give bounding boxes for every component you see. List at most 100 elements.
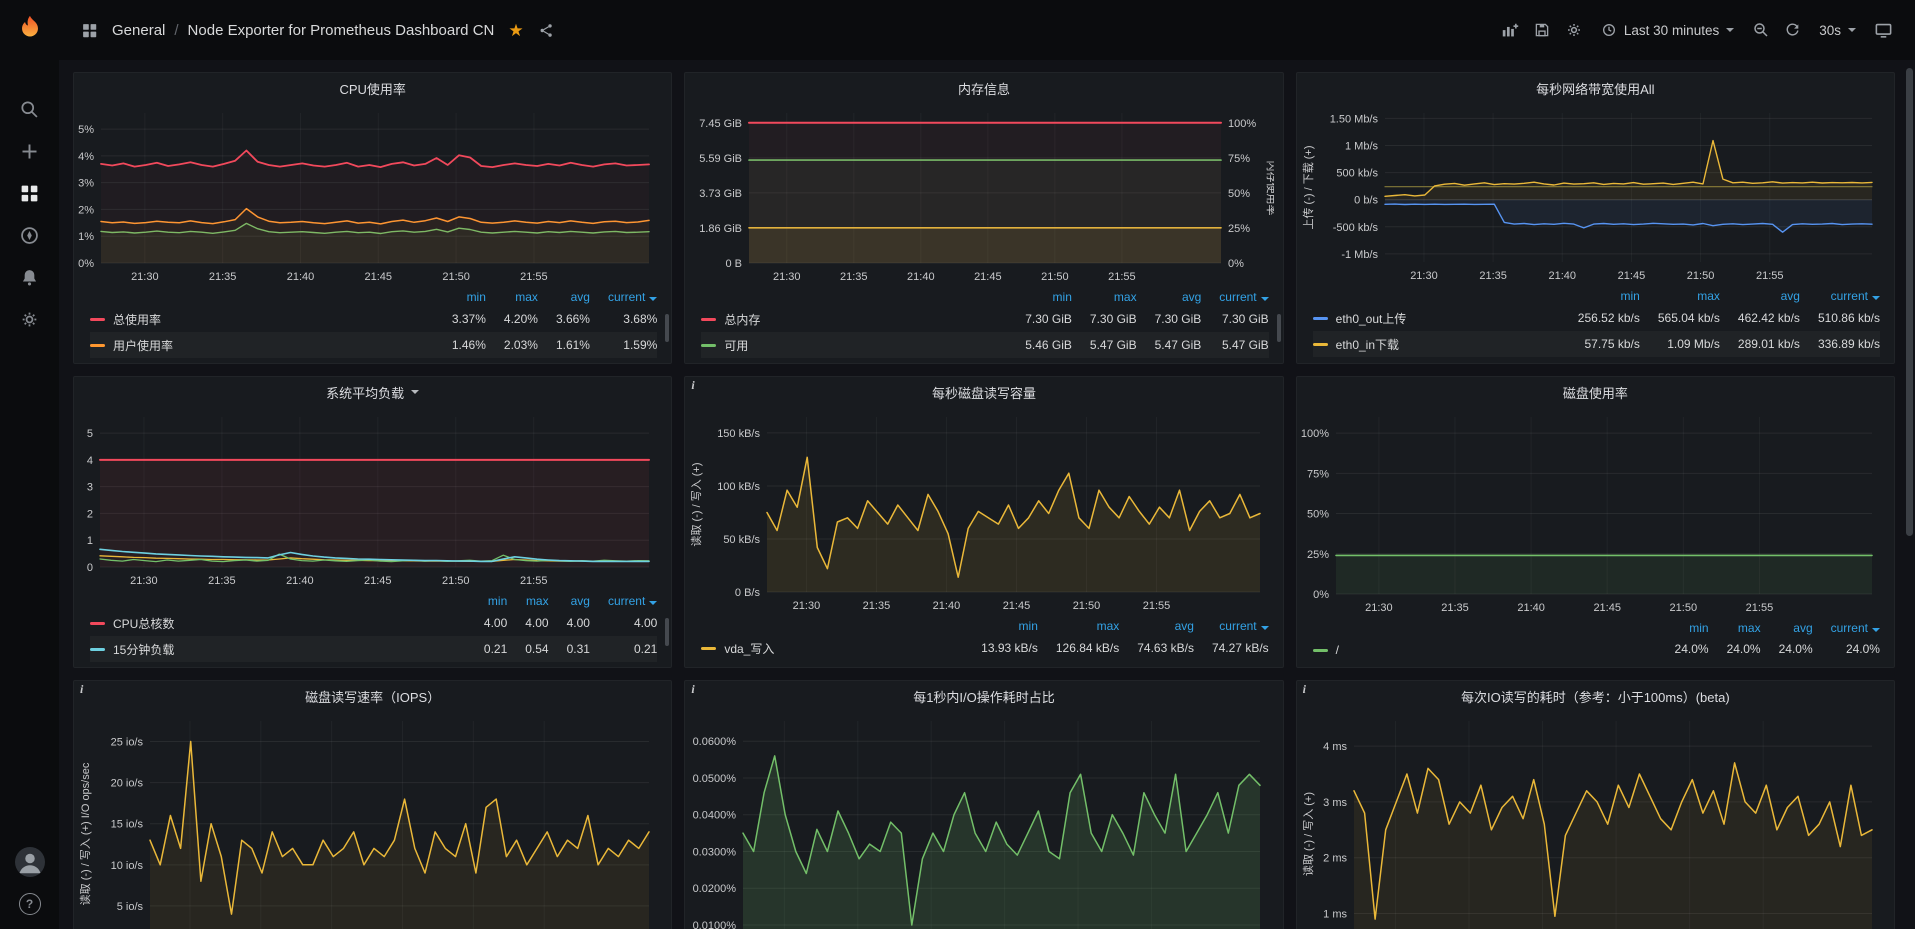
- legend-col-min[interactable]: min: [1657, 618, 1709, 637]
- legend-col-current[interactable]: current: [1194, 616, 1269, 635]
- y-tick-label: 0.0100%: [693, 920, 737, 929]
- legend-series-toggle[interactable]: 可用: [701, 337, 748, 354]
- legend-col-avg[interactable]: avg: [1720, 286, 1800, 305]
- legend-series-toggle[interactable]: /: [1313, 643, 1339, 657]
- alerting-bell-icon[interactable]: [10, 257, 50, 297]
- breadcrumb-folder[interactable]: General: [112, 22, 165, 39]
- dashboards-icon[interactable]: [10, 173, 50, 213]
- legend-col-avg[interactable]: avg: [1119, 616, 1194, 635]
- panel-header[interactable]: 磁盘使用率: [1297, 377, 1894, 407]
- legend-col-max[interactable]: max: [1640, 286, 1720, 305]
- legend-value: 74.63 kB/s: [1119, 635, 1194, 661]
- help-icon[interactable]: ?: [19, 893, 41, 915]
- panel-system-load: 系统平均负载21:3021:3521:4021:4521:5021:550123…: [73, 376, 672, 668]
- legend-col-min[interactable]: min: [466, 591, 507, 610]
- legend-col-label: current: [608, 290, 645, 304]
- legend-series-name: 用户使用率: [113, 337, 173, 354]
- legend-col-min[interactable]: min: [1560, 286, 1640, 305]
- search-icon[interactable]: [10, 89, 50, 129]
- chart-system-load[interactable]: 21:3021:3521:4021:4521:5021:55012345: [78, 409, 663, 589]
- chart-network-bandwidth[interactable]: 21:3021:3521:4021:4521:5021:551.50 Mb/s1…: [1301, 105, 1886, 284]
- legend-value: 1.46%: [434, 332, 486, 358]
- legend-col-max[interactable]: max: [486, 287, 538, 306]
- y-tick-label: 3: [87, 482, 93, 494]
- chart-io-busy-ratio[interactable]: 21:3021:3521:4021:4521:5021:550.0100%0.0…: [689, 713, 1274, 929]
- series-fill: [1336, 555, 1872, 594]
- legend-series-toggle[interactable]: eth0_out上传: [1313, 310, 1407, 327]
- legend-col-avg[interactable]: avg: [538, 287, 590, 306]
- chart-cpu-usage[interactable]: 21:3021:3521:4021:4521:5021:550%1%2%3%4%…: [78, 105, 663, 285]
- chart-disk-rw-capacity[interactable]: 21:3021:3521:4021:4521:5021:550 B/s50 kB…: [689, 409, 1274, 614]
- topbar-left: General / Node Exporter for Prometheus D…: [77, 18, 559, 43]
- legend-col-current[interactable]: current: [1201, 287, 1268, 306]
- legend-col-min[interactable]: min: [1007, 287, 1072, 306]
- panel-header[interactable]: 每次IO读写的耗时（参考：小于100ms）(beta): [1297, 681, 1894, 711]
- x-tick-label: 21:45: [1593, 602, 1621, 614]
- legend-col-current[interactable]: current: [1813, 618, 1880, 637]
- configuration-gear-icon[interactable]: [10, 299, 50, 339]
- legend-series-toggle[interactable]: eth0_in下载: [1313, 336, 1399, 353]
- legend-value: 510.86 kb/s: [1800, 305, 1880, 331]
- share-icon[interactable]: [534, 18, 559, 43]
- legend-col-max[interactable]: max: [507, 591, 548, 610]
- legend-series-toggle[interactable]: 15分钟负载: [90, 641, 174, 658]
- legend-col-avg[interactable]: avg: [549, 591, 590, 610]
- explore-compass-icon[interactable]: [10, 215, 50, 255]
- legend-col-avg[interactable]: avg: [1137, 287, 1202, 306]
- panel-info-icon[interactable]: i: [1303, 682, 1306, 697]
- legend-col-current[interactable]: current: [590, 591, 657, 610]
- right-y-tick-label: 100%: [1228, 118, 1256, 130]
- legend-col-current[interactable]: current: [590, 287, 657, 306]
- legend-col-min[interactable]: min: [434, 287, 486, 306]
- legend-col-max[interactable]: max: [1072, 287, 1137, 306]
- tv-mode-icon[interactable]: [1870, 17, 1897, 44]
- panel-info-icon[interactable]: i: [691, 682, 694, 697]
- chart-disk-iops[interactable]: 21:3021:3521:4021:4521:5021:550 io/s5 io…: [78, 713, 663, 929]
- dashboard-title[interactable]: Node Exporter for Prometheus Dashboard C…: [188, 22, 495, 39]
- legend-label-column: [1313, 618, 1657, 637]
- dashboard-grid-icon[interactable]: [77, 18, 102, 43]
- save-dashboard-icon[interactable]: [1529, 17, 1555, 43]
- legend-col-label: max: [1697, 289, 1720, 303]
- legend-col-min[interactable]: min: [963, 616, 1038, 635]
- legend-series-toggle[interactable]: 总使用率: [90, 311, 161, 328]
- legend-series-toggle[interactable]: CPU总核数: [90, 615, 174, 632]
- user-avatar[interactable]: [15, 847, 45, 877]
- chart-memory-info[interactable]: 21:3021:3521:4021:4521:5021:550 B1.86 Gi…: [689, 105, 1274, 285]
- legend-series-toggle[interactable]: 用户使用率: [90, 337, 173, 354]
- time-range-picker[interactable]: Last 30 minutes: [1593, 16, 1742, 44]
- dashboard-settings-gear-icon[interactable]: [1561, 17, 1587, 43]
- panel-info-icon[interactable]: i: [80, 682, 83, 697]
- create-add-icon[interactable]: [10, 131, 50, 171]
- panel-header[interactable]: 每秒网络带宽使用All: [1297, 73, 1894, 103]
- page-scrollbar[interactable]: [1903, 60, 1915, 929]
- panel-header[interactable]: 每秒磁盘读写容量: [685, 377, 1282, 407]
- y-tick-label: 3.73 GiB: [700, 188, 743, 200]
- series-fill: [101, 151, 649, 264]
- add-panel-icon[interactable]: [1496, 17, 1523, 44]
- refresh-interval-picker[interactable]: 30s: [1811, 17, 1864, 44]
- legend-series-toggle[interactable]: 总内存: [701, 311, 760, 328]
- y-tick-label: 4: [87, 455, 93, 467]
- chart-disk-usage[interactable]: 21:3021:3521:4021:4521:5021:550%25%50%75…: [1301, 409, 1886, 616]
- legend-col-max[interactable]: max: [1709, 618, 1761, 637]
- y-tick-label: 5: [87, 428, 93, 440]
- refresh-icon[interactable]: [1780, 18, 1805, 43]
- panel-header[interactable]: 每1秒内I/O操作耗时占比: [685, 681, 1282, 711]
- panel-legend: minmaxavgcurrent总使用率3.37%4.20%3.66%3.68%…: [74, 287, 671, 363]
- scrollbar-thumb[interactable]: [1906, 68, 1913, 536]
- legend-series-toggle[interactable]: vda_写入: [701, 640, 774, 657]
- panel-header[interactable]: 内存信息: [685, 73, 1282, 103]
- grafana-logo-icon[interactable]: [15, 14, 45, 44]
- panel-header[interactable]: CPU使用率: [74, 73, 671, 103]
- legend-col-max[interactable]: max: [1038, 616, 1119, 635]
- legend-col-current[interactable]: current: [1800, 286, 1880, 305]
- chart-io-latency[interactable]: 21:3021:3521:4021:4521:5021:551 ms2 ms3 …: [1301, 713, 1886, 929]
- panel-info-icon[interactable]: i: [691, 378, 694, 393]
- legend-col-avg[interactable]: avg: [1761, 618, 1813, 637]
- zoom-out-icon[interactable]: [1748, 17, 1774, 43]
- panel-header[interactable]: 磁盘读写速率（IOPS）: [74, 681, 671, 711]
- favorite-star-icon[interactable]: ★: [508, 22, 523, 39]
- legend-series-cell: vda_写入: [701, 635, 963, 661]
- panel-header[interactable]: 系统平均负载: [74, 377, 671, 407]
